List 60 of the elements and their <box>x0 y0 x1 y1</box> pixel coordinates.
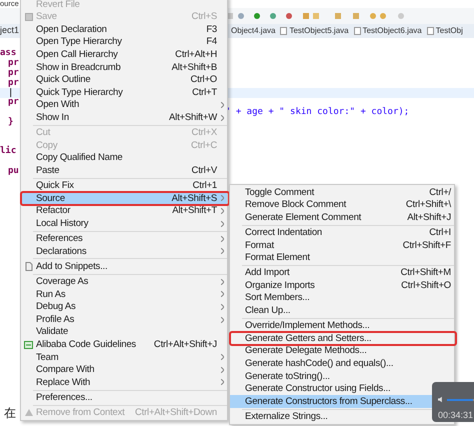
code-fragment: pu <box>8 166 19 176</box>
menu-item[interactable]: Preferences... <box>21 391 227 404</box>
code-fragment: lic <box>0 146 16 156</box>
menu-item[interactable]: Organize Imports Ctrl+Shift+O <box>230 279 454 292</box>
editor-tab[interactable]: TestObj <box>426 25 463 37</box>
menu-item[interactable]: Declarations <box>21 245 227 258</box>
editor-tab[interactable]: TestObject6.java <box>354 25 422 37</box>
menu-item[interactable]: Generate toString()... <box>230 370 454 383</box>
menu-item[interactable]: Generate Delegate Methods... <box>230 344 454 358</box>
menu-item[interactable]: Open With <box>21 98 227 112</box>
menu-item[interactable]: Local History <box>21 217 227 230</box>
editor-tab[interactable]: TestObject5.java <box>280 25 349 37</box>
menu-item[interactable]: Validate <box>21 326 227 338</box>
menu-item[interactable]: Clean Up... <box>230 304 454 318</box>
code-fragment: } <box>8 116 14 127</box>
document-icon <box>24 262 32 272</box>
speaker-icon[interactable] <box>438 396 444 403</box>
checklist-icon <box>24 340 33 349</box>
menu-item[interactable]: Show In Alt+Shift+W <box>21 111 227 124</box>
menu-item[interactable]: Compare With <box>21 364 227 376</box>
time-label: 00:34:31 <box>438 411 474 420</box>
menu-item[interactable]: Format Ctrl+Shift+F <box>230 238 454 252</box>
menu-item[interactable]: Override/Implement Methods... <box>230 320 454 332</box>
code-fragment: pr <box>8 78 19 88</box>
menu-item[interactable]: Generate hashCode() and equals()... <box>230 358 454 370</box>
menu-item[interactable]: Team <box>21 351 227 364</box>
menu-item[interactable]: Sort Members... <box>230 292 454 305</box>
subtitle-text: 在 <box>4 405 16 422</box>
editor-tab[interactable]: Object4.java <box>231 25 276 37</box>
menu-item[interactable]: Remove Block Comment Ctrl+Shift+\ <box>230 198 454 212</box>
menu-item[interactable]: Format Element <box>230 252 454 264</box>
menu-item[interactable]: Add to Snippets... <box>21 260 227 273</box>
triangle-icon <box>24 409 32 416</box>
menu-item[interactable]: Generate Element Comment Alt+Shift+J <box>230 211 454 224</box>
code-fragment: pr <box>8 58 19 68</box>
code-fragment: | <box>8 88 14 98</box>
menu-item[interactable]: Replace With <box>21 376 227 389</box>
menu-item[interactable]: Profile As <box>21 313 227 326</box>
menu-item[interactable]: Add Import Ctrl+Shift+M <box>230 266 454 280</box>
menu-item[interactable]: References <box>21 232 227 246</box>
menu-item[interactable]: Open Type Hierarchy F4 <box>21 36 227 48</box>
menu-item[interactable]: Paste Ctrl+V <box>21 164 227 177</box>
menu-item[interactable]: Quick Fix Ctrl+1 <box>21 180 227 192</box>
menu-item[interactable]: Show in Breadcrumb Alt+Shift+B <box>21 60 227 74</box>
menu-item[interactable]: Debug As <box>21 300 227 314</box>
menu-item[interactable]: Toggle Comment Ctrl+/ <box>230 186 454 199</box>
menu-item[interactable]: Quick Type Hierarchy Ctrl+T <box>21 86 227 99</box>
menu-item[interactable]: Generate Getters and Setters... <box>230 332 454 345</box>
code-fragment: ass <box>0 48 16 58</box>
menu-item[interactable]: Copy Qualified Name <box>21 152 227 164</box>
menu-item[interactable]: Correct Indentation Ctrl+I <box>230 226 454 239</box>
menu-item[interactable]: Refactor Alt+Shift+T <box>21 204 227 218</box>
menu-item[interactable]: Coverage As <box>21 275 227 288</box>
code-fragment: pr <box>8 68 19 78</box>
menu-item[interactable]: Alibaba Code Guidelines Ctrl+Alt+Shift+J <box>21 338 227 351</box>
menu-item[interactable]: Open Call Hierarchy Ctrl+Alt+H <box>21 48 227 61</box>
code-fragment: pr <box>8 97 19 108</box>
menu-item[interactable]: Open Declaration F3 <box>21 23 227 36</box>
menu-item[interactable]: Quick Outline Ctrl+O <box>21 74 227 86</box>
menu-item[interactable]: Run As <box>21 288 227 301</box>
